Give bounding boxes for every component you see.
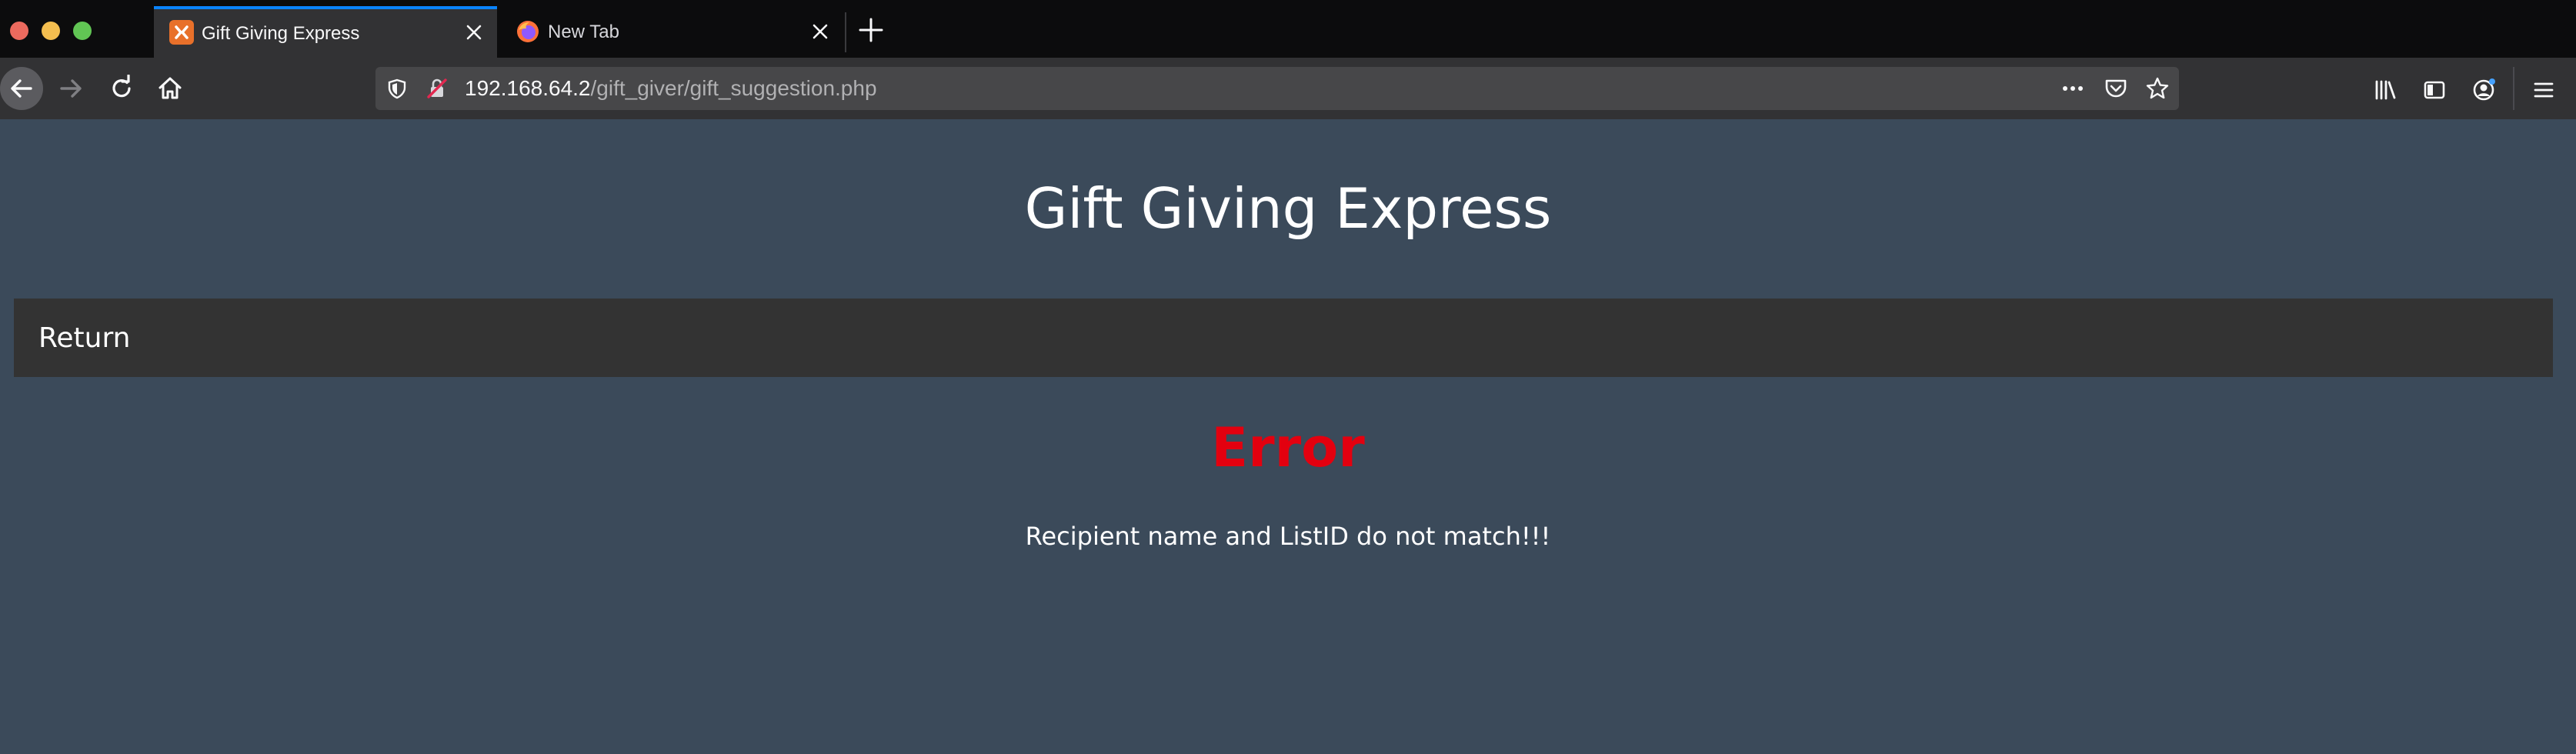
page-content: Gift Giving Express Return Error Recipie… [0, 119, 2576, 754]
sidebar-toggle-icon[interactable] [2422, 78, 2447, 102]
url-path: /gift_giver/gift_suggestion.php [590, 76, 877, 100]
account-icon[interactable] [2471, 78, 2496, 102]
bookmark-star-icon[interactable] [2145, 76, 2170, 101]
hamburger-menu-icon[interactable] [2531, 78, 2556, 102]
browser-window: Gift Giving Express New Tab 192.168.64.2… [0, 0, 2576, 754]
close-tab-icon[interactable] [808, 19, 833, 44]
tab-title: New Tab [548, 21, 619, 42]
plus-icon [859, 18, 883, 42]
arrow-left-icon [11, 79, 32, 98]
tracking-protection-shield-icon[interactable] [386, 78, 408, 103]
page-actions-more-icon[interactable] [2060, 76, 2085, 101]
error-heading: Error [1211, 416, 1365, 479]
reload-icon [112, 75, 131, 98]
home-icon [158, 77, 182, 99]
pocket-icon[interactable] [2104, 76, 2128, 101]
back-button[interactable] [0, 67, 43, 110]
window-minimize-button[interactable] [42, 22, 60, 40]
window-close-button[interactable] [10, 22, 28, 40]
reload-button[interactable] [100, 67, 143, 110]
navigation-toolbar: 192.168.64.2/gift_giver/gift_suggestion.… [0, 58, 2576, 119]
home-button[interactable] [148, 67, 192, 110]
xampp-icon [169, 20, 194, 45]
site-title: Gift Giving Express [1024, 176, 1552, 241]
library-icon[interactable] [2373, 78, 2397, 102]
forward-button[interactable] [49, 67, 92, 110]
site-nav-bar: Return [14, 299, 2553, 377]
arrow-right-icon [60, 79, 82, 98]
toolbar-separator [2513, 67, 2514, 110]
url-text[interactable]: 192.168.64.2/gift_giver/gift_suggestion.… [465, 77, 877, 100]
tab-gift-giving-express[interactable]: Gift Giving Express [154, 6, 497, 58]
address-bar[interactable]: 192.168.64.2/gift_giver/gift_suggestion.… [375, 67, 2179, 110]
tab-separator [845, 12, 846, 52]
url-host: 192.168.64.2 [465, 76, 591, 100]
tab-new-tab[interactable]: New Tab [500, 6, 843, 58]
return-link[interactable]: Return [38, 323, 130, 354]
tab-title: Gift Giving Express [202, 22, 360, 44]
window-maximize-button[interactable] [73, 22, 92, 40]
tab-strip: Gift Giving Express New Tab [0, 0, 2576, 58]
new-tab-button[interactable] [857, 16, 885, 44]
firefox-icon [516, 19, 540, 44]
close-tab-icon[interactable] [462, 20, 486, 45]
error-message: Recipient name and ListID do not match!!… [1025, 522, 1551, 551]
insecure-lock-icon[interactable] [426, 78, 448, 103]
